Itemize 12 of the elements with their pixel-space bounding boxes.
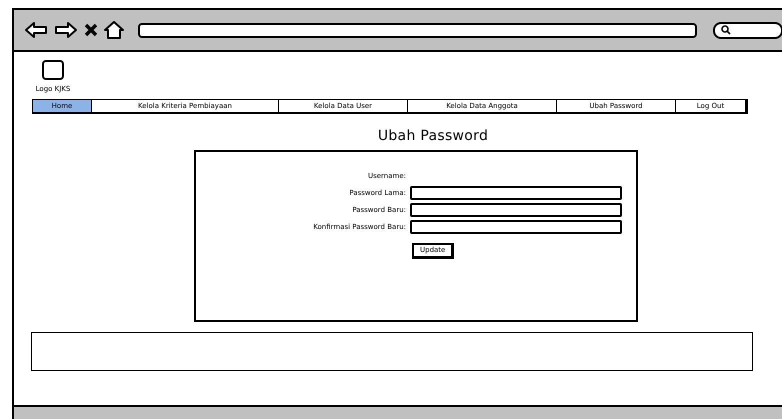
search-field[interactable] — [713, 22, 782, 38]
forward-arrow-icon[interactable] — [54, 21, 78, 39]
input-field[interactable] — [410, 220, 622, 234]
search-icon — [721, 25, 731, 35]
input-field[interactable] — [410, 186, 622, 200]
home-icon[interactable] — [104, 21, 124, 39]
page-title: Ubah Password — [378, 128, 488, 144]
close-icon[interactable] — [84, 23, 98, 37]
back-arrow-icon[interactable] — [24, 21, 48, 39]
logo-icon — [42, 60, 64, 80]
input-field[interactable] — [410, 203, 622, 217]
address-field[interactable] — [138, 22, 697, 38]
